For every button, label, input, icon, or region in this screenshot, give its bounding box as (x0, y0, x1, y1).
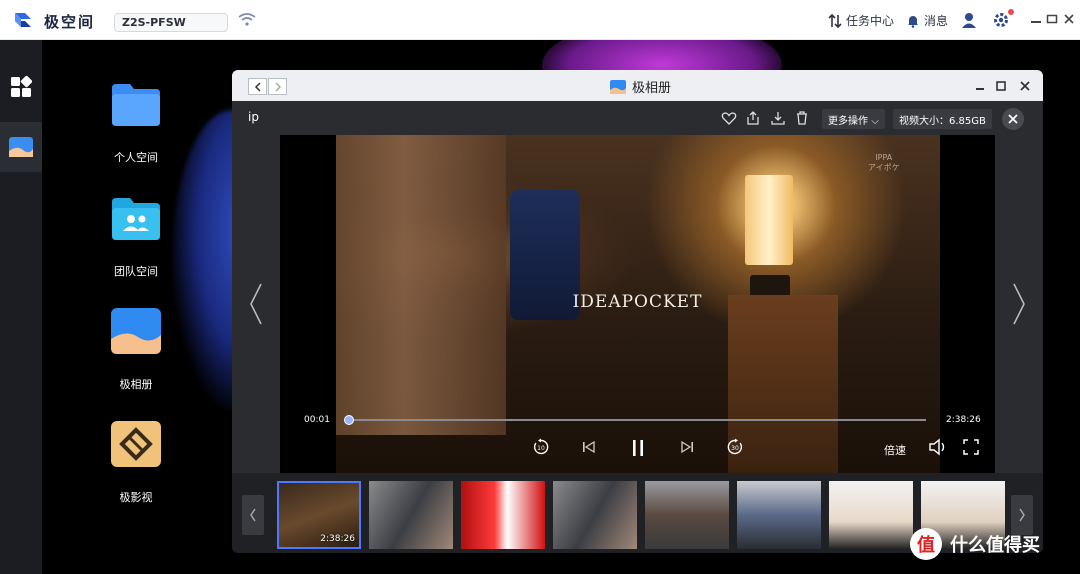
window-title: 极相册 (610, 77, 671, 96)
more-actions-label: 更多操作 (828, 116, 868, 127)
thumbnail-5[interactable] (737, 481, 821, 549)
video-stage[interactable]: IPPA アイポケ IDEAPOCKET (280, 135, 995, 473)
settings-gear-icon[interactable] (992, 11, 1010, 29)
file-name: ip (248, 110, 259, 124)
bell-icon (908, 15, 918, 28)
top-bar: 极空间 Z2S-PFSW 任务中心 消息 (0, 0, 1080, 40)
app-label: 极影视 (119, 491, 153, 504)
brand-name: 极空间 (44, 13, 96, 31)
delete-trash-icon[interactable] (794, 110, 810, 126)
team-folder-icon (112, 198, 160, 240)
wifi-icon (238, 13, 256, 26)
folder-icon (112, 84, 160, 126)
playback-speed-button[interactable]: 倍速 (884, 442, 906, 458)
photo-album-window: 极相册 ip 更多操作 ⌵ 视频大小：6.85GB IPPA アイポケ IDEA… (232, 70, 1043, 553)
previous-track-icon[interactable] (582, 438, 596, 456)
thumbnail-3[interactable] (553, 481, 637, 549)
progress-track[interactable] (346, 419, 926, 421)
sidebar-item-photos[interactable] (0, 122, 42, 172)
current-time: 00:01 (304, 415, 330, 425)
photos-app-icon (9, 137, 33, 157)
window-maximize-icon[interactable] (994, 79, 1008, 93)
video-frame-lamp (745, 175, 793, 265)
chevron-left-icon (254, 81, 261, 92)
window-close-icon[interactable] (1018, 79, 1032, 93)
video-frame-table (728, 295, 838, 473)
thumbnail-1[interactable] (369, 481, 453, 549)
thumbnail-6[interactable] (829, 481, 913, 549)
video-corner-logo: IPPA アイポケ (868, 153, 900, 173)
media-info-bar: ip 更多操作 ⌵ 视频大小：6.85GB (232, 101, 1043, 134)
chevron-left-icon (250, 508, 256, 522)
task-center-label: 任务中心 (846, 14, 895, 28)
chevron-down-icon: ⌵ (871, 116, 879, 127)
close-icon (1008, 114, 1018, 124)
thumbnail-2[interactable] (461, 481, 545, 549)
notification-dot (1008, 9, 1014, 15)
favorite-heart-icon[interactable] (721, 110, 737, 126)
app-label: 个人空间 (114, 151, 158, 164)
window-titlebar: 极相册 (232, 70, 1043, 101)
thumbnail-4[interactable] (645, 481, 729, 549)
previous-arrow-icon[interactable] (248, 282, 264, 326)
site-watermark-text: 什么值得买 (950, 535, 1040, 556)
volume-icon[interactable] (928, 438, 948, 456)
app-personal-space[interactable]: 个人空间 (96, 80, 176, 165)
video-frame-curtain (336, 135, 506, 435)
photos-app-icon (610, 79, 626, 94)
photos-app-icon (111, 308, 161, 354)
user-icon[interactable] (960, 11, 978, 29)
window-minimize-icon[interactable] (973, 79, 987, 93)
chevron-right-icon (274, 81, 281, 92)
close-viewer-button[interactable] (1002, 108, 1024, 130)
site-watermark: 值 什么值得买 (910, 528, 1040, 560)
fullscreen-icon[interactable] (963, 438, 979, 456)
svg-text:10: 10 (537, 445, 545, 452)
messages-label: 消息 (924, 14, 949, 28)
svg-text:30: 30 (731, 445, 739, 452)
chevron-right-icon (1019, 508, 1025, 522)
site-logo-icon: 值 (910, 528, 942, 560)
download-icon[interactable] (770, 110, 786, 126)
next-track-icon[interactable] (680, 438, 694, 456)
app-label: 极相册 (119, 378, 153, 391)
video-size-badge: 视频大小：6.85GB (893, 109, 992, 129)
app-label: 团队空间 (114, 265, 158, 278)
device-selector[interactable]: Z2S-PFSW (114, 13, 228, 32)
thumbnail-0[interactable]: 2:38:26 (277, 481, 361, 549)
sidebar-item-apps[interactable] (0, 62, 42, 112)
progress-handle[interactable] (343, 415, 354, 425)
more-actions-dropdown[interactable]: 更多操作 ⌵ (822, 109, 885, 129)
app-video[interactable]: 极影视 (96, 420, 176, 505)
app-logo (15, 13, 31, 27)
app-photos[interactable]: 极相册 (96, 307, 176, 392)
video-watermark: IDEAPOCKET (572, 292, 703, 312)
thumbnail-duration: 2:38:26 (320, 534, 355, 544)
corner-logo-line1: IPPA (875, 153, 893, 162)
back-button[interactable] (248, 78, 267, 95)
window-title-text: 极相册 (632, 81, 672, 96)
forward-30-icon[interactable]: 30 (726, 438, 744, 456)
left-sidebar (0, 40, 42, 574)
strip-prev-button[interactable] (242, 495, 264, 535)
transfer-icon (828, 13, 842, 28)
total-time: 2:38:26 (946, 415, 981, 425)
share-icon[interactable] (745, 110, 761, 126)
pause-icon[interactable] (630, 438, 646, 458)
minimize-icon[interactable] (1029, 12, 1043, 26)
video-app-icon (111, 421, 161, 467)
app-team-space[interactable]: 团队空间 (96, 194, 176, 279)
task-center-button[interactable]: 任务中心 (828, 12, 894, 29)
rewind-10-icon[interactable]: 10 (532, 438, 550, 456)
close-icon[interactable] (1062, 12, 1076, 26)
corner-logo-line2: アイポケ (868, 163, 900, 172)
apps-grid-icon (11, 76, 32, 97)
next-arrow-icon[interactable] (1011, 282, 1027, 326)
forward-button[interactable] (268, 78, 287, 95)
messages-button[interactable]: 消息 (906, 12, 948, 29)
maximize-icon[interactable] (1045, 12, 1059, 26)
